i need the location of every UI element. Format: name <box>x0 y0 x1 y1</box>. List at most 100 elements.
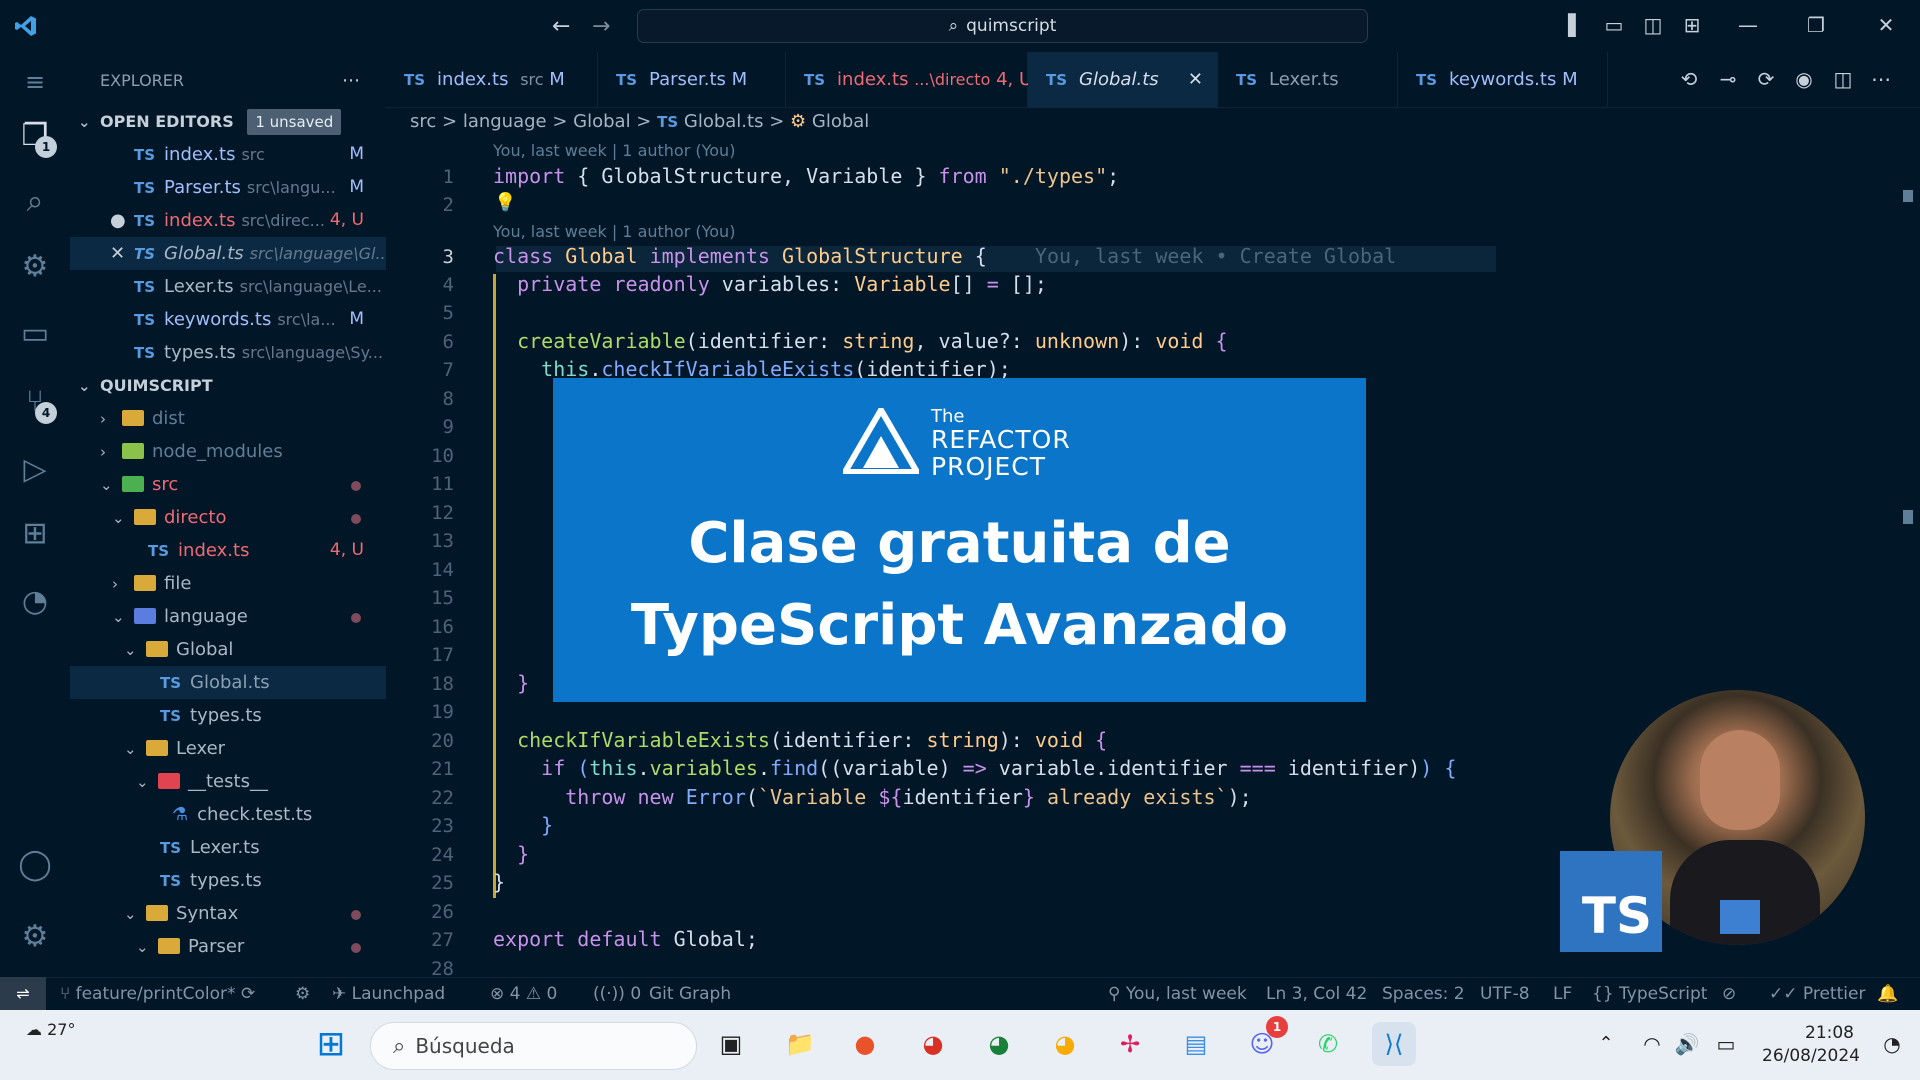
slack-icon[interactable]: ✢ <box>1108 1022 1152 1066</box>
prettier-status[interactable]: ✓✓ Prettier <box>1769 978 1865 1011</box>
breadcrumb-item[interactable]: language <box>463 111 547 132</box>
debug-icon[interactable]: ⚙ <box>15 247 55 287</box>
git-compare-icon[interactable]: ⟲ <box>1676 66 1702 92</box>
open-editor-item[interactable]: TS Parser.ts src\langu... M <box>70 171 386 204</box>
remote-explorer-icon[interactable]: ▭ <box>15 314 55 354</box>
indentation[interactable]: Spaces: 2 <box>1382 978 1465 1011</box>
open-editor-item[interactable]: TS types.ts src\language\Sy... <box>70 336 386 369</box>
tree-folder-src[interactable]: ⌄ src <box>70 468 386 501</box>
git-graph-status[interactable]: Git Graph <box>649 978 731 1011</box>
close-window-icon[interactable]: ✕ <box>1873 12 1899 38</box>
notepad-icon[interactable]: ▤ <box>1174 1022 1218 1066</box>
forward-arrow-icon[interactable]: → <box>592 14 610 39</box>
sync-icon[interactable]: ⚙ <box>295 978 310 1011</box>
menu-icon[interactable]: ≡ <box>15 62 55 102</box>
project-header[interactable]: ⌄ QUIMSCRIPT <box>70 369 386 402</box>
breadcrumb-item[interactable]: src <box>410 111 436 132</box>
more-actions-icon[interactable]: ⋯ <box>342 64 372 97</box>
tree-folder-parser[interactable]: ⌄ Parser <box>70 930 386 963</box>
clock[interactable]: 21:08 26/08/2024 <box>1762 1022 1860 1068</box>
battery-icon[interactable]: ▭ <box>1704 1022 1748 1066</box>
search-icon[interactable]: ⌕ <box>15 182 55 222</box>
tree-file-global-active[interactable]: TS Global.ts <box>70 666 386 699</box>
git-commit-icon[interactable]: ⊸ <box>1715 66 1741 92</box>
open-editors-header[interactable]: ⌄ OPEN EDITORS 1 unsaved <box>70 105 386 138</box>
tree-folder-directo[interactable]: ⌄ directo <box>70 501 386 534</box>
firefox-icon[interactable]: ● <box>843 1022 887 1066</box>
language-mode[interactable]: {} TypeScript <box>1592 978 1707 1011</box>
explorer-icon[interactable]: ❐ 1 <box>15 116 57 158</box>
taskbar-search[interactable]: ⌕ Búsqueda <box>370 1022 697 1070</box>
chevron-up-icon[interactable]: ⌃ <box>1584 1022 1628 1066</box>
extensions-icon[interactable]: ⊞ <box>15 514 55 554</box>
source-control-icon[interactable]: ⑂ 4 <box>15 382 57 424</box>
back-arrow-icon[interactable]: ← <box>552 14 570 39</box>
open-editor-item[interactable]: TS keywords.ts src\la... M <box>70 303 386 336</box>
vscode-logo-icon[interactable] <box>14 14 38 38</box>
settings-gear-icon[interactable]: ⚙ <box>15 917 55 957</box>
blame-status[interactable]: ⚲ You, last week <box>1108 978 1247 1011</box>
weather-widget[interactable]: ☁ 27° <box>26 1020 75 1039</box>
tree-file-types[interactable]: TS types.ts <box>70 864 386 897</box>
tree-file-index[interactable]: TS index.ts 4, U <box>70 534 386 567</box>
tab-index[interactable]: TS index.ts src M <box>386 52 598 108</box>
open-editor-item-active[interactable]: ✕ TS Global.ts src\language\Gl... <box>70 237 386 270</box>
vscode-taskbar-icon[interactable]: ⟩⟨ <box>1372 1022 1416 1066</box>
breadcrumb-item[interactable]: Global <box>812 111 869 132</box>
minimize-icon[interactable]: — <box>1735 12 1761 38</box>
git-graph-icon[interactable]: ◔ <box>15 582 55 622</box>
more-icon[interactable]: ⋯ <box>1868 66 1894 92</box>
restore-icon[interactable]: ❐ <box>1803 12 1829 38</box>
chrome-profile-icon[interactable]: ◕ <box>911 1022 955 1066</box>
command-center-search[interactable]: ⌕ quimscript <box>637 9 1368 43</box>
close-tab-icon[interactable]: ✕ <box>1188 52 1203 108</box>
chrome-profile-icon[interactable]: ◕ <box>977 1022 1021 1066</box>
copilot-icon[interactable]: ⊘ <box>1722 978 1736 1011</box>
tree-folder-file[interactable]: › file <box>70 567 386 600</box>
scrollbar-thumb[interactable] <box>1903 510 1913 524</box>
tab-parser[interactable]: TS Parser.ts M <box>598 52 786 108</box>
tab-keywords[interactable]: TS keywords.ts M <box>1398 52 1608 108</box>
codelens[interactable]: You, last week | 1 author (You) <box>493 141 735 160</box>
tree-folder-lexer[interactable]: ⌄ Lexer <box>70 732 386 765</box>
encoding[interactable]: UTF-8 <box>1480 978 1530 1011</box>
open-editor-item[interactable]: TS index.ts src M <box>70 138 386 171</box>
notifications-bell-icon[interactable]: 🔔 <box>1877 978 1898 1011</box>
tab-lexer[interactable]: TS Lexer.ts <box>1218 52 1398 108</box>
toggle-sidebar-icon[interactable]: ▌ <box>1563 12 1589 38</box>
eol[interactable]: LF <box>1553 978 1572 1011</box>
tree-folder-global[interactable]: ⌄ Global <box>70 633 386 666</box>
discord-icon[interactable]: ☺ 1 <box>1240 1016 1288 1066</box>
tree-folder-syntax[interactable]: ⌄ Syntax <box>70 897 386 930</box>
customize-layout-icon[interactable]: ⊞ <box>1679 12 1705 38</box>
launchpad-status[interactable]: ✈ Launchpad <box>332 978 445 1011</box>
breadcrumb-item[interactable]: Global <box>573 111 630 132</box>
git-lens-icon[interactable]: ◉ <box>1791 66 1817 92</box>
volume-icon[interactable]: 🔊 <box>1665 1022 1709 1066</box>
chrome-profile-icon[interactable]: ◕ <box>1043 1022 1087 1066</box>
tree-folder-node-modules[interactable]: › node_modules <box>70 435 386 468</box>
cursor-position[interactable]: Ln 3, Col 42 <box>1266 978 1367 1011</box>
tree-file-types[interactable]: TS types.ts <box>70 699 386 732</box>
notifications-icon[interactable]: ◔ <box>1870 1022 1914 1066</box>
toggle-secondary-sidebar-icon[interactable]: ◫ <box>1640 12 1666 38</box>
account-icon[interactable]: ◯ <box>15 845 55 885</box>
tree-file-check-test[interactable]: ⚗ check.test.ts <box>70 798 386 831</box>
breadcrumb-item[interactable]: Global.ts <box>684 111 764 132</box>
problems-status[interactable]: ⊗ 4 ⚠ 0 <box>490 978 557 1011</box>
file-explorer-icon[interactable]: 📁 <box>778 1022 822 1066</box>
tree-file-lexer[interactable]: TS Lexer.ts <box>70 831 386 864</box>
run-debug-icon[interactable]: ▷ <box>15 450 55 490</box>
open-editor-item[interactable]: TS Lexer.ts src\language\Le... <box>70 270 386 303</box>
open-editor-item[interactable]: ● TS index.ts src\direc... 4, U <box>70 204 386 237</box>
branch-status[interactable]: ⑂ feature/printColor* ⟳ <box>60 978 255 1011</box>
split-editor-icon[interactable]: ◫ <box>1830 66 1856 92</box>
codelens[interactable]: You, last week | 1 author (You) <box>493 222 735 241</box>
tab-global-active[interactable]: TS Global.ts ✕ <box>1028 52 1218 108</box>
git-next-icon[interactable]: ⟳ <box>1753 66 1779 92</box>
tab-index-directo[interactable]: TSindex.ts ...\directo 4, U ● <box>786 52 1060 108</box>
whatsapp-icon[interactable]: ✆ <box>1306 1022 1350 1066</box>
ports-status[interactable]: ((·)) 0 <box>593 978 641 1011</box>
start-icon[interactable]: ⊞ <box>309 1022 353 1066</box>
tree-folder-language[interactable]: ⌄ language <box>70 600 386 633</box>
